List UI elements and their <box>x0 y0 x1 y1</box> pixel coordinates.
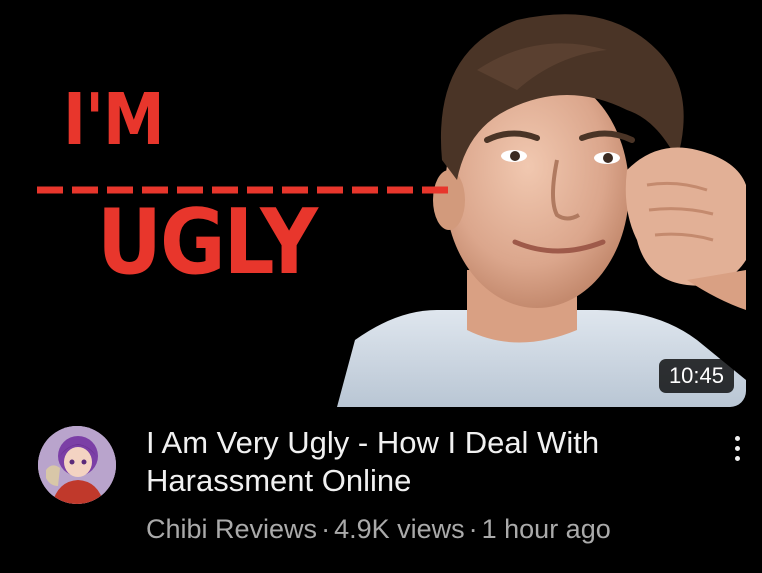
duration-badge: 10:45 <box>658 358 734 393</box>
avatar-illustration <box>38 426 116 504</box>
thumbnail-text-im: I'M <box>63 77 165 162</box>
view-count: 4.9K views <box>334 514 465 544</box>
meta-separator: · <box>468 514 478 544</box>
menu-dot <box>734 435 740 441</box>
thumbnail-text-ugly: UGLY <box>97 190 318 295</box>
video-thumbnail[interactable]: I'M UGLY 10:45 <box>37 10 746 407</box>
channel-avatar[interactable] <box>38 426 116 504</box>
video-title[interactable]: I Am Very Ugly - How I Deal With Harassm… <box>146 424 706 500</box>
upload-time: 1 hour ago <box>481 514 611 544</box>
menu-dot <box>734 445 740 451</box>
more-vert-icon[interactable] <box>722 430 752 466</box>
channel-name[interactable]: Chibi Reviews <box>146 514 317 544</box>
meta-separator: · <box>321 514 331 544</box>
video-card[interactable]: I'M UGLY 10:45 I Am Very Ugly - How I De… <box>0 0 762 573</box>
menu-dot <box>734 455 740 461</box>
video-metadata: Chibi Reviews · 4.9K views · 1 hour ago <box>146 512 611 546</box>
